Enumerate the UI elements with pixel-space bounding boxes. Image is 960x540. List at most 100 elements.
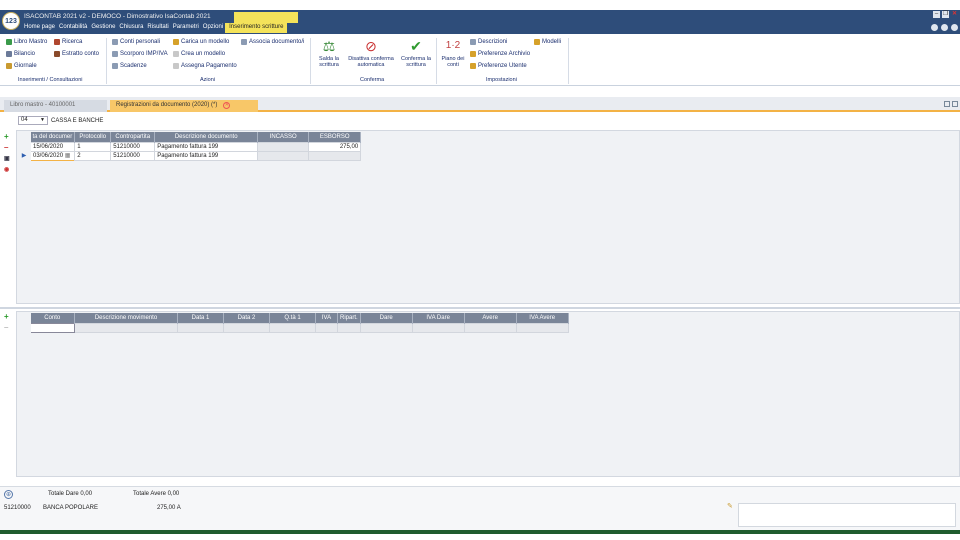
note-field[interactable] xyxy=(738,503,956,527)
col-qta1[interactable]: Q.tà 1 xyxy=(269,313,316,323)
journal-code-select[interactable]: 04 ▼ xyxy=(18,116,48,125)
tab-registrazioni[interactable]: Registrazioni da documento (2020) (*) ✕ xyxy=(110,100,258,112)
scadenze-button[interactable]: Scadenze xyxy=(112,63,147,69)
cell-esborso[interactable]: 275,00 xyxy=(308,141,362,152)
cell[interactable] xyxy=(411,322,465,333)
print-icon[interactable]: ▣ xyxy=(4,155,10,163)
col-protocollo[interactable]: Protocollo xyxy=(74,132,112,142)
crea-modello-button[interactable]: Crea un modello xyxy=(173,51,225,57)
col-iva-dare[interactable]: IVA Dare xyxy=(412,313,465,323)
detach-icon[interactable] xyxy=(952,101,958,107)
giornale-button[interactable]: Giornale xyxy=(6,63,37,69)
table-row[interactable]: 15/06/2020 1 51210000 Pagamento fattura … xyxy=(17,141,362,152)
col-ripart[interactable]: Ripart. xyxy=(337,313,361,323)
cell[interactable] xyxy=(269,322,316,333)
help-icon[interactable] xyxy=(951,24,958,31)
col-conto[interactable]: Conto xyxy=(30,313,75,323)
conti-personali-button[interactable]: Conti personali xyxy=(112,39,160,45)
cell[interactable] xyxy=(515,322,569,333)
salda-scrittura-button[interactable]: ⚖ Salda la scrittura xyxy=(316,38,342,68)
cell-counter[interactable]: 51210000 xyxy=(110,141,156,152)
col-dare[interactable]: Dare xyxy=(360,313,413,323)
add-movement-icon[interactable]: + xyxy=(4,313,9,321)
table-row[interactable]: ▶ 03/06/2020 ▦ 2 51210000 Pagamento fatt… xyxy=(17,150,362,161)
libro-mastro-button[interactable]: Libro Mastro xyxy=(6,39,47,45)
cell-conto-input[interactable] xyxy=(30,322,75,333)
edit-note-icon[interactable]: ✎ xyxy=(727,502,733,510)
calendar-icon[interactable]: ▦ xyxy=(65,153,71,159)
associa-documento-button[interactable]: Associa documento/i xyxy=(241,39,304,45)
tab-libro-mastro[interactable]: Libro mastro - 40100001 xyxy=(4,100,107,112)
preferenze-archivio-button[interactable]: Preferenze Archivio xyxy=(470,51,530,57)
menu-opzioni[interactable]: Opzioni xyxy=(201,23,225,33)
menu-chiusura[interactable]: Chiusura xyxy=(117,23,145,33)
app-logo[interactable]: 123 xyxy=(2,12,20,30)
table-row[interactable] xyxy=(17,322,569,333)
cell[interactable] xyxy=(315,322,338,333)
cell-incasso[interactable] xyxy=(257,150,310,161)
bilancio-button[interactable]: Bilancio xyxy=(6,51,35,57)
menu-gestione[interactable]: Gestione xyxy=(89,23,117,33)
disattiva-conferma-button[interactable]: ⊘ Disattiva conferma automatica xyxy=(344,38,398,68)
remove-row-icon[interactable]: – xyxy=(4,144,10,152)
refresh-icon[interactable]: ◉ xyxy=(4,166,10,174)
estratto-conto-button[interactable]: Estratto conto xyxy=(54,51,99,57)
piano-conti-button[interactable]: 1·2 Piano dei conti xyxy=(440,38,466,69)
col-iva[interactable]: IVA xyxy=(315,313,338,323)
cell[interactable] xyxy=(223,322,270,333)
descrizioni-button[interactable]: Descrizioni xyxy=(470,39,507,45)
movements-grid-area xyxy=(16,311,960,477)
col-avere[interactable]: Avere xyxy=(464,313,517,323)
col-incasso[interactable]: INCASSO xyxy=(257,132,310,142)
modelli-button[interactable]: Modelli xyxy=(534,39,561,45)
cell[interactable] xyxy=(463,322,517,333)
cell[interactable] xyxy=(177,322,224,333)
carica-modello-button[interactable]: Carica un modello xyxy=(173,39,229,45)
cell-desc[interactable]: Pagamento fattura 199 xyxy=(154,141,259,152)
col-esborso[interactable]: ESBORSO xyxy=(308,132,362,142)
col-contropartita[interactable]: Contropartita xyxy=(110,132,156,142)
menu-parametri[interactable]: Parametri xyxy=(171,23,201,33)
options-icon[interactable] xyxy=(941,24,948,31)
grid-header-row: ta del documer Protocollo Contropartita … xyxy=(17,132,362,142)
preferenze-utente-button[interactable]: Preferenze Utente xyxy=(470,63,527,69)
restore-icon[interactable]: ❐ xyxy=(942,11,949,18)
cell-esborso[interactable] xyxy=(308,150,362,161)
cell-date[interactable]: 15/06/2020 xyxy=(29,141,76,152)
row-indicator-header xyxy=(17,132,31,142)
ricerca-button[interactable]: Ricerca xyxy=(54,39,82,45)
cell-protocol[interactable]: 2 xyxy=(74,150,112,161)
col-iva-avere[interactable]: IVA Avere xyxy=(516,313,569,323)
save-layout-icon[interactable] xyxy=(944,101,950,107)
cell[interactable] xyxy=(359,322,413,333)
collapse-ribbon-icon[interactable] xyxy=(931,24,938,31)
close-icon[interactable]: ✕ xyxy=(951,11,958,18)
col-data-documento[interactable]: ta del documer xyxy=(30,132,76,142)
col-data1[interactable]: Data 1 xyxy=(177,313,224,323)
menu-contabilita[interactable]: Contabilità xyxy=(57,23,89,33)
scale-icon xyxy=(6,51,12,57)
minimize-icon[interactable]: – xyxy=(933,11,940,18)
menu-home[interactable]: Home page xyxy=(22,23,57,33)
cell-desc[interactable]: Pagamento fattura 199 xyxy=(154,150,259,161)
grid-splitter[interactable] xyxy=(0,307,960,309)
cell-protocol[interactable]: 1 xyxy=(74,141,112,152)
cell-incasso[interactable] xyxy=(257,141,310,152)
scorporo-button[interactable]: Scorporo IMP/IVA xyxy=(112,51,168,57)
col-data2[interactable]: Data 2 xyxy=(223,313,270,323)
assegna-pagamento-button[interactable]: Assegna Pagamento xyxy=(173,63,237,69)
close-tab-icon[interactable]: ✕ xyxy=(223,102,231,109)
remove-movement-icon[interactable]: – xyxy=(4,324,9,332)
cell[interactable] xyxy=(74,322,178,333)
info-icon[interactable]: ⊕ xyxy=(4,490,13,499)
col-descrizione[interactable]: Descrizione documento xyxy=(154,132,259,142)
col-descrizione-movimento[interactable]: Descrizione movimento xyxy=(74,313,178,323)
add-row-icon[interactable]: + xyxy=(4,133,10,141)
cell-date[interactable]: 03/06/2020 ▦ xyxy=(29,150,76,161)
menu-risultati[interactable]: Risultati xyxy=(145,23,170,33)
cell-counter[interactable]: 51210000 xyxy=(110,150,156,161)
movements-grid: Conto Descrizione movimento Data 1 Data … xyxy=(17,313,569,333)
cell[interactable] xyxy=(337,322,361,333)
menu-inserimento-scritture[interactable]: Inserimento scritture xyxy=(225,23,288,33)
conferma-scrittura-button[interactable]: ✔ Conferma la scrittura xyxy=(400,38,432,68)
